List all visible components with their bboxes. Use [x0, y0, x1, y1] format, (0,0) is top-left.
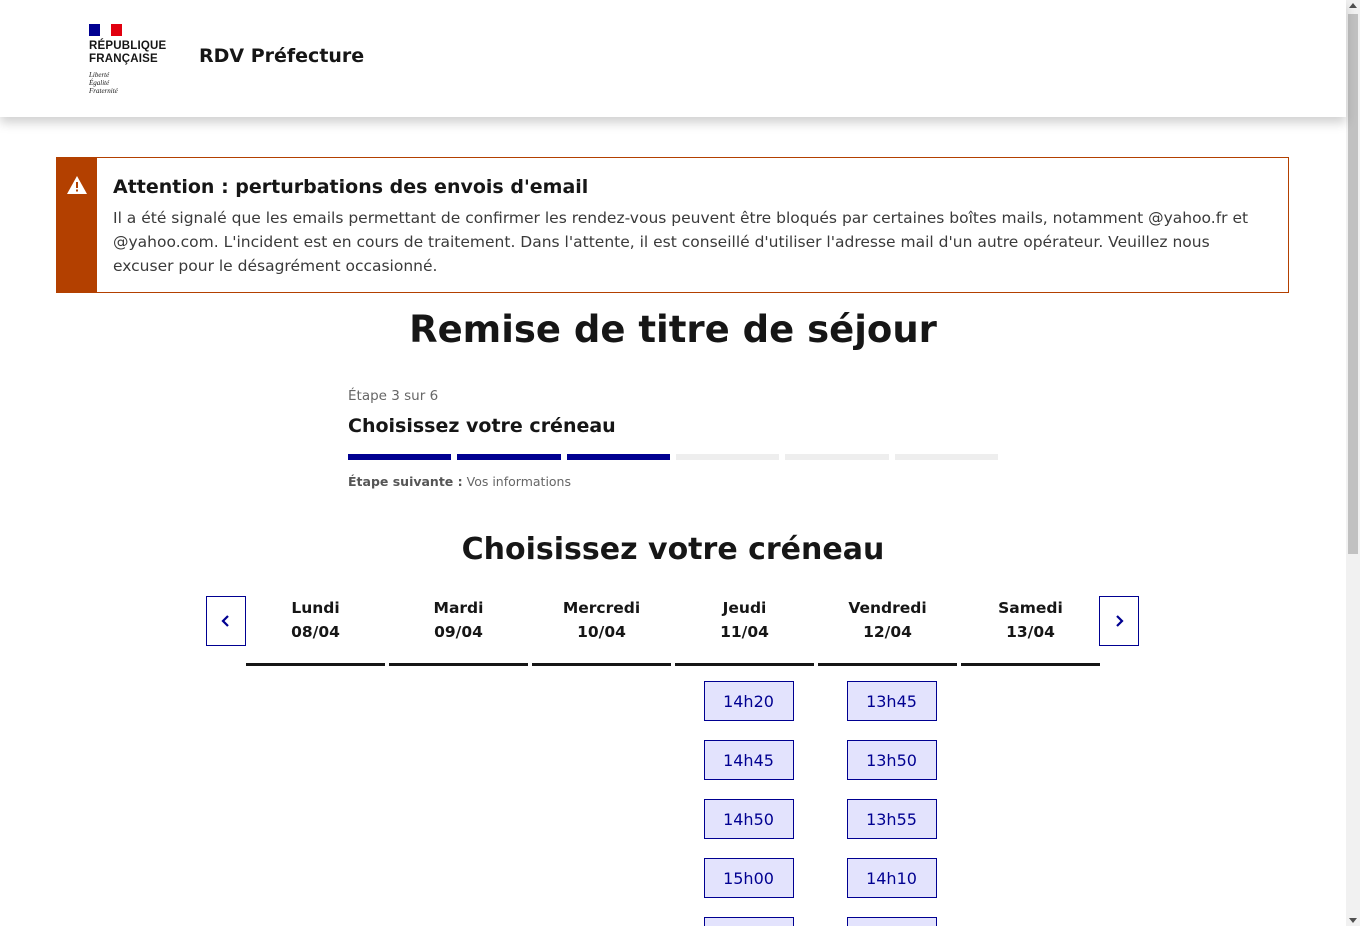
- french-flag-icon: [89, 24, 122, 36]
- step-bar-6: [894, 454, 998, 460]
- step-title: Choisissez votre créneau: [348, 415, 616, 437]
- time-slot-button[interactable]: 14h20: [703, 681, 794, 721]
- service-title[interactable]: RDV Préfecture: [199, 45, 364, 67]
- motto-line-2: Égalité: [89, 79, 110, 87]
- alert-text: Il a été signalé que les emails permetta…: [113, 209, 1249, 275]
- day-date: 09/04: [434, 623, 483, 641]
- day-date: 13/04: [1006, 623, 1055, 641]
- day-date: 08/04: [291, 623, 340, 641]
- step-bar-3: [566, 454, 670, 460]
- alert-title: Attention : perturbations des envois d'e…: [113, 176, 589, 198]
- time-slot-button[interactable]: 13h50: [846, 740, 937, 780]
- day-column-header: Mercredi 10/04: [532, 596, 671, 666]
- time-slot-button[interactable]: 13h45: [846, 681, 937, 721]
- scrollbar[interactable]: [1346, 0, 1360, 926]
- day-name: Vendredi: [848, 599, 927, 617]
- day-column-header: Lundi 08/04: [246, 596, 385, 666]
- alert-bar: [57, 158, 97, 292]
- day-name: Lundi: [291, 599, 340, 617]
- time-slot-button[interactable]: [703, 917, 794, 926]
- day-name: Jeudi: [722, 599, 767, 617]
- day-name: Mercredi: [562, 599, 641, 617]
- republique-francaise-logo[interactable]: RÉPUBLIQUE FRANÇAISE Liberté Égalité Fra…: [89, 24, 179, 96]
- time-slot-button[interactable]: 14h45: [703, 740, 794, 780]
- day-column-header: Vendredi 12/04: [818, 596, 957, 666]
- logo-motto: Liberté Égalité Fraternité: [89, 71, 179, 95]
- time-slot-button[interactable]: 14h50: [703, 799, 794, 839]
- scroll-up-arrow-icon[interactable]: [1349, 3, 1357, 8]
- logo-title: RÉPUBLIQUE FRANÇAISE: [89, 40, 179, 66]
- time-slot-button[interactable]: 15h00: [703, 858, 794, 898]
- time-slot-button[interactable]: 13h55: [846, 799, 937, 839]
- scroll-thumb[interactable]: [1348, 14, 1358, 554]
- email-alert: Attention : perturbations des envois d'e…: [56, 157, 1289, 293]
- day-date: 11/04: [720, 623, 769, 641]
- scroll-down-arrow-icon[interactable]: [1349, 918, 1357, 923]
- step-bar-1: [348, 454, 452, 460]
- motto-line-3: Fraternité: [89, 87, 118, 95]
- chevron-right-icon: [1116, 615, 1124, 627]
- header: RÉPUBLIQUE FRANÇAISE Liberté Égalité Fra…: [0, 0, 1346, 117]
- step-bar-2: [457, 454, 561, 460]
- step-bar-5: [785, 454, 889, 460]
- step-next: Étape suivante : Vos informations: [348, 474, 571, 489]
- day-column-header: Mardi 09/04: [389, 596, 528, 666]
- day-name: Mardi: [433, 599, 484, 617]
- day-date: 10/04: [577, 623, 626, 641]
- page: RÉPUBLIQUE FRANÇAISE Liberté Égalité Fra…: [0, 0, 1360, 926]
- stepper: Étape 3 sur 6 Choisissez votre créneau É…: [348, 388, 998, 489]
- day-name: Samedi: [998, 599, 1063, 617]
- day-date: 12/04: [863, 623, 912, 641]
- time-slot-button[interactable]: [846, 917, 937, 926]
- warning-icon: [67, 176, 87, 194]
- step-next-value: Vos informations: [466, 474, 571, 489]
- day-column-header: Samedi 13/04: [961, 596, 1100, 666]
- step-state: Étape 3 sur 6: [348, 388, 439, 404]
- previous-week-button[interactable]: [206, 596, 246, 646]
- logo-line-2: FRANÇAISE: [89, 53, 158, 65]
- chevron-left-icon: [221, 615, 229, 627]
- day-column-header: Jeudi 11/04: [675, 596, 814, 666]
- next-week-button[interactable]: [1099, 596, 1139, 646]
- calendar-title: Choisissez votre créneau: [461, 532, 885, 567]
- step-progress: [348, 454, 998, 460]
- logo-line-1: RÉPUBLIQUE: [89, 40, 167, 52]
- motto-line-1: Liberté: [89, 71, 110, 79]
- step-bar-4: [676, 454, 780, 460]
- step-next-label: Étape suivante :: [348, 474, 463, 489]
- page-title: Remise de titre de séjour: [409, 308, 937, 351]
- time-slot-button[interactable]: 14h10: [846, 858, 937, 898]
